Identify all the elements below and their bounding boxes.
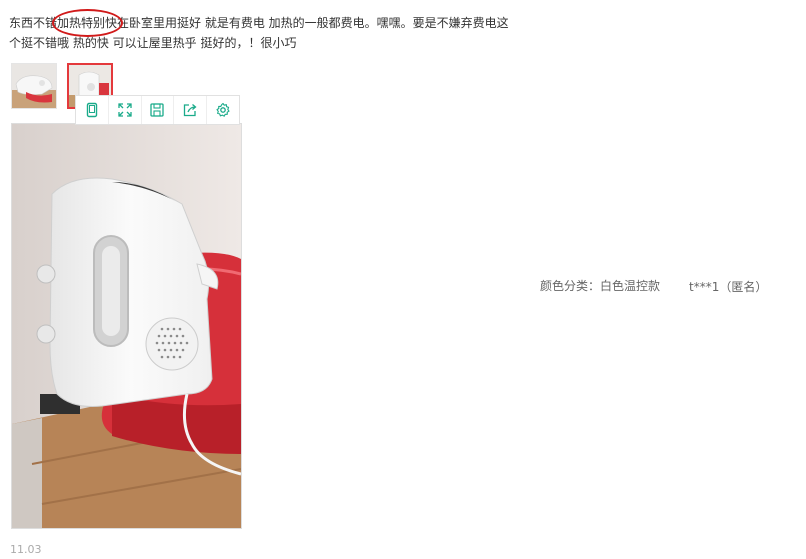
review-photo[interactable] [11, 123, 242, 529]
reviewer-name: t***1（匿名） [689, 280, 768, 294]
image-toolbar [75, 95, 240, 125]
review-highlight: 加热特别快 [52, 9, 124, 37]
review-text: 东西不错加热特别快 在卧室里用挺好 就是有费电 加热的一般都费电。嘿嘿。要是不嫌弃… [9, 9, 509, 53]
save-icon [150, 103, 165, 117]
heater-thumbnail-image [12, 64, 56, 108]
share-button[interactable] [174, 96, 208, 124]
save-button[interactable] [142, 96, 175, 124]
settings-icon [216, 102, 230, 117]
thumbnail-1[interactable] [11, 63, 57, 109]
review-date: 11.03 [10, 543, 42, 556]
heater-photo-image [12, 124, 241, 528]
phone-view-icon [86, 102, 98, 118]
highlight-ring [52, 9, 124, 37]
fullscreen-button[interactable] [109, 96, 142, 124]
settings-button[interactable] [207, 96, 239, 124]
review-text-before: 东西不错 [9, 16, 58, 30]
fullscreen-icon [118, 103, 132, 117]
phone-view-button[interactable] [76, 96, 109, 124]
spec-label: 颜色分类：白色温控款 [540, 279, 661, 293]
share-icon [184, 104, 197, 117]
